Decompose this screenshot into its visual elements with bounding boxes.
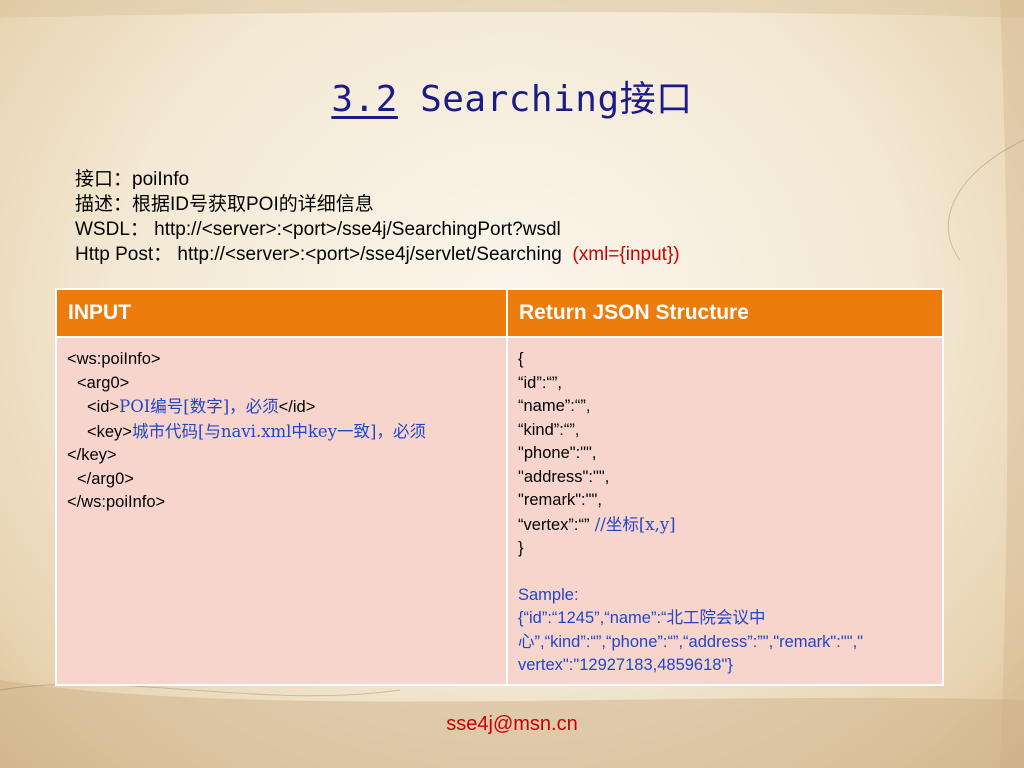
output-line: “id”:“”,: [518, 373, 562, 392]
interface-name: 接口：poiInfo: [75, 169, 190, 190]
sample-label: Sample:: [518, 585, 579, 604]
input-line: <arg0>: [77, 373, 130, 392]
output-line: }: [518, 539, 524, 557]
wsdl-url: WSDL： http://<server>:<port>/sse4j/Searc…: [75, 219, 561, 240]
output-line: "remark":"",: [518, 491, 602, 509]
slide-title: 3.2 Searching接口: [0, 70, 1024, 122]
output-column-header: Return JSON Structure: [506, 288, 944, 338]
input-line: <key>城市代码[与navi.xml中key一致]，必须: [67, 420, 496, 445]
table-row: <ws:poiInfo> <arg0> <id>POI编号[数字]，必须</id…: [55, 336, 944, 686]
table-header-row: INPUT Return JSON Structure: [55, 288, 944, 338]
output-line: “kind”:“”,: [518, 420, 580, 439]
output-line: “vertex”:“” //坐标[x,y]: [518, 513, 932, 538]
output-line: "address":"",: [518, 467, 610, 486]
footer-email: sse4j@msn.cn: [446, 713, 578, 735]
sample-line: {“id”:“1245”,“name”:“北工院会议中: [518, 609, 766, 627]
sample-line: 心”,“kind”:“”,“phone”:“”,“address”:”","re…: [518, 632, 864, 651]
interface-description: 描述：根据ID号获取POI的详细信息: [75, 194, 374, 215]
id-close-tag: </id>: [278, 398, 316, 416]
key-description: 城市代码[与navi.xml中key一致]，必须: [131, 421, 426, 441]
title-number: 3.2: [331, 79, 398, 120]
key-open-tag: <key>: [87, 422, 132, 441]
input-column-header: INPUT: [55, 288, 508, 338]
input-line: <ws:poiInfo>: [67, 350, 161, 368]
interface-info: 接口：poiInfo 描述：根据ID号获取POI的详细信息 WSDL： http…: [75, 167, 680, 267]
vertex-comment: //坐标[x,y]: [589, 514, 676, 534]
vertex-field: “vertex”:“”: [518, 515, 590, 534]
input-line: </arg0>: [77, 469, 134, 488]
title-text: Searching接口: [397, 79, 693, 120]
output-line: "phone":"",: [518, 444, 597, 462]
http-post-text: Http Post： http://<server>:<port>/sse4j/…: [75, 244, 562, 265]
http-post-url: Http Post： http://<server>:<port>/sse4j/…: [75, 242, 680, 267]
output-json-cell: { “id”:“”, “name”:“”, “kind”:“”, "phone"…: [506, 336, 944, 686]
input-line: <id>POI编号[数字]，必须</id>: [67, 395, 496, 420]
input-line: </ws:poiInfo>: [67, 493, 166, 511]
input-line: </key>: [67, 446, 117, 464]
id-description: POI编号[数字]，必须: [119, 397, 279, 416]
output-line: {: [518, 350, 524, 368]
api-table: INPUT Return JSON Structure <ws:poiInfo>…: [55, 288, 944, 686]
output-line: “name”:“”,: [518, 397, 591, 415]
id-open-tag: <id>: [87, 398, 120, 416]
sample-line: vertex":"12927183,4859618"}: [518, 656, 733, 674]
input-xml-cell: <ws:poiInfo> <arg0> <id>POI编号[数字]，必须</id…: [55, 336, 508, 686]
http-post-note: (xml={input}): [572, 244, 680, 265]
